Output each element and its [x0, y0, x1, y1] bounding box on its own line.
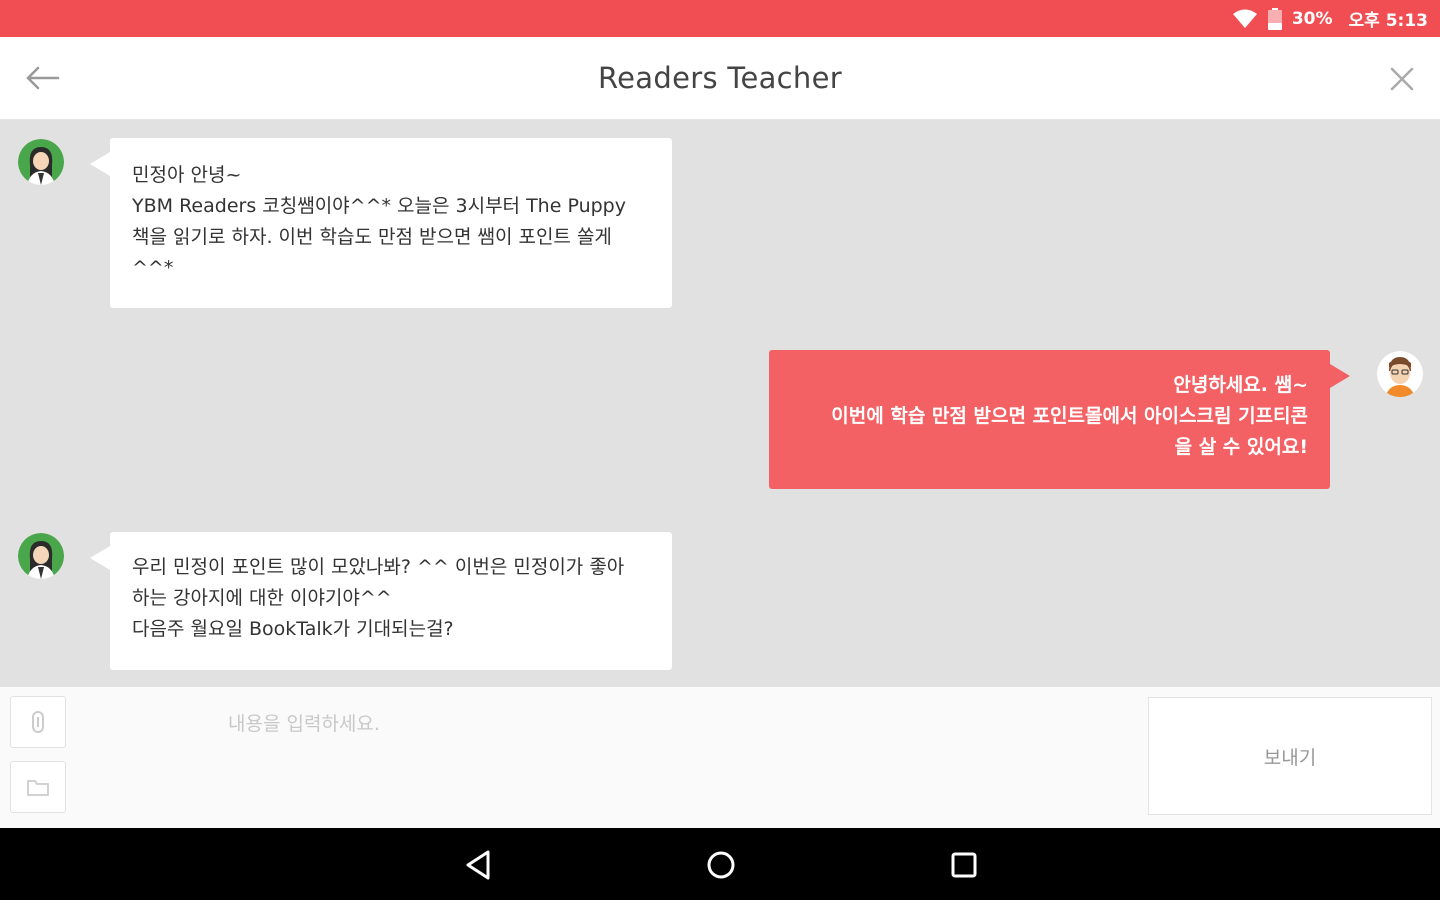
- message-text: 하는 강아지에 대한 이야기야^^: [132, 587, 392, 609]
- folder-icon: [27, 780, 49, 796]
- message-text: 우리 민정이 포인트 많이 모았나봐? ^^ 이번은 민정이가 좋아: [132, 556, 625, 578]
- home-circle-icon[interactable]: [703, 848, 739, 882]
- message-text: 을 살 수 있어요!: [1174, 436, 1308, 458]
- wifi-icon: [1232, 9, 1257, 28]
- attach-button[interactable]: [10, 696, 66, 748]
- recents-square-icon[interactable]: [946, 848, 982, 882]
- paperclip-icon: [32, 711, 44, 733]
- folder-button[interactable]: [10, 761, 66, 813]
- message-input[interactable]: [210, 695, 1140, 820]
- message-text: 이번에 학습 만점 받으면 포인트몰에서 아이스크림 기프티콘: [831, 405, 1308, 427]
- message-composer: 보내기: [0, 687, 1440, 828]
- teacher-avatar: [18, 139, 64, 185]
- chat-message-teacher: 우리 민정이 포인트 많이 모았나봐? ^^ 이번은 민정이가 좋아 하는 강아…: [90, 532, 672, 670]
- message-text: ^^*: [132, 257, 174, 279]
- clock: 오후 5:13: [1348, 11, 1428, 31]
- status-bar: 30% 오후 5:13: [0, 0, 1440, 37]
- chat-message-teacher: 민정아 안녕~ YBM Readers 코칭쌤이야^^* 오늘은 3시부터 Th…: [90, 138, 672, 308]
- app-header: Readers Teacher: [0, 37, 1440, 120]
- chat-area[interactable]: 민정아 안녕~ YBM Readers 코칭쌤이야^^* 오늘은 3시부터 Th…: [0, 120, 1440, 687]
- message-text: YBM Readers 코칭쌤이야^^* 오늘은 3시부터 The Puppy: [132, 195, 626, 217]
- message-text: 민정아 안녕~: [132, 164, 242, 186]
- message-text: 다음주 월요일 BookTalk가 기대되는걸?: [132, 618, 454, 640]
- page-title: Readers Teacher: [598, 61, 842, 95]
- battery-icon: [1267, 7, 1282, 30]
- system-nav-bar: [0, 828, 1440, 900]
- battery-percent: 30%: [1291, 8, 1333, 29]
- close-icon[interactable]: [1388, 65, 1416, 93]
- chat-message-student: 안녕하세요. 쌤~ 이번에 학습 만점 받으면 포인트몰에서 아이스크림 기프티…: [769, 350, 1350, 489]
- message-text: 안녕하세요. 쌤~: [1173, 374, 1308, 396]
- student-avatar: [1377, 351, 1423, 397]
- send-button[interactable]: 보내기: [1148, 697, 1432, 815]
- message-text: 책을 읽기로 하자. 이번 학습도 만점 받으면 쌤이 포인트 쏠게: [132, 226, 612, 248]
- teacher-avatar: [18, 533, 64, 579]
- back-triangle-icon[interactable]: [461, 848, 497, 882]
